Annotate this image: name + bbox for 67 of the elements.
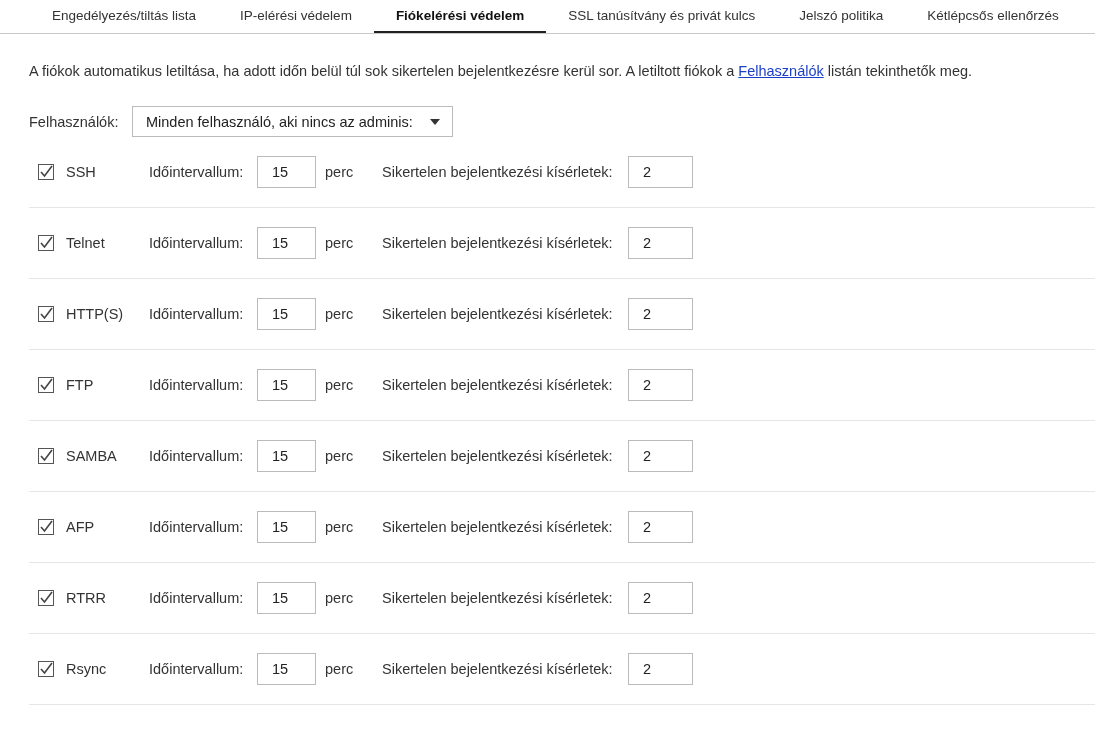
checkbox[interactable]: [38, 377, 54, 393]
unit-label: perc: [325, 164, 355, 180]
protocol-label: SAMBA: [66, 448, 118, 464]
attempts-field[interactable]: 2: [628, 511, 693, 543]
interval-field[interactable]: 15: [257, 298, 316, 330]
attempts-label: Sikertelen bejelentkezési kísérletek:: [382, 448, 614, 464]
interval-field[interactable]: 15: [257, 369, 316, 401]
users-dropdown[interactable]: Minden felhasználó, aki nincs az adminis:: [132, 106, 453, 137]
protocol-label: FTP: [66, 377, 95, 393]
attempts-field[interactable]: 2: [628, 653, 693, 685]
checkbox[interactable]: [38, 306, 54, 322]
attempts-label: Sikertelen bejelentkezési kísérletek:: [382, 661, 614, 677]
checkbox[interactable]: [38, 164, 54, 180]
caret-icon: [430, 118, 440, 125]
protocol-label: RTRR: [66, 590, 107, 606]
tab[interactable]: Jelszó politika: [777, 0, 906, 33]
tab[interactable]: Engedélyezés/tiltás lista: [30, 0, 219, 33]
unit-label: perc: [325, 235, 355, 251]
checkbox[interactable]: [38, 235, 54, 251]
users-link[interactable]: Felhasználók: [738, 63, 824, 79]
checkbox[interactable]: [38, 448, 54, 464]
interval-label: Időintervallum:: [149, 590, 245, 606]
attempts-field[interactable]: 2: [628, 298, 693, 330]
protocol-label: SSH: [66, 164, 97, 180]
users-label: Felhasználók:: [29, 113, 120, 130]
interval-field[interactable]: 15: [257, 511, 316, 543]
protocol-label: Rsync: [66, 661, 108, 677]
interval-label: Időintervallum:: [149, 448, 245, 464]
attempts-field[interactable]: 2: [628, 582, 693, 614]
unit-label: perc: [325, 377, 355, 393]
interval-field[interactable]: 15: [257, 156, 316, 188]
attempts-label: Sikertelen bejelentkezési kísérletek:: [382, 519, 614, 535]
interval-label: Időintervallum:: [149, 306, 245, 322]
checkbox[interactable]: [38, 661, 54, 677]
attempts-label: Sikertelen bejelentkezési kísérletek:: [382, 306, 614, 322]
attempts-field[interactable]: 2: [628, 440, 693, 472]
protocol-label: HTTP(S): [66, 306, 125, 322]
tab[interactable]: SSL tanúsítvány és privát kulcs: [546, 0, 778, 33]
interval-label: Időintervallum:: [149, 519, 245, 535]
attempts-label: Sikertelen bejelentkezési kísérletek:: [382, 377, 614, 393]
tab[interactable]: Kétlépcsős ellenőrzés: [905, 0, 1081, 33]
interval-field[interactable]: 15: [257, 227, 316, 259]
description-text: A fiókok automatikus letiltása, ha adott időn belül túl sok sikertelen bejelentkezésre kerül sor. A letiltott fiókok a Felhasználók listán tekinthetők meg.: [29, 62, 974, 81]
attempts-label: Sikertelen bejelentkezési kísérletek:: [382, 590, 614, 606]
attempts-field[interactable]: 2: [628, 227, 693, 259]
interval-label: Időintervallum:: [149, 164, 245, 180]
unit-label: perc: [325, 448, 355, 464]
attempts-label: Sikertelen bejelentkezési kísérletek:: [382, 235, 614, 251]
tab[interactable]: IP-elérési védelem: [218, 0, 374, 33]
attempts-label: Sikertelen bejelentkezési kísérletek:: [382, 164, 614, 180]
interval-field[interactable]: 15: [257, 653, 316, 685]
attempts-field[interactable]: 2: [628, 369, 693, 401]
interval-label: Időintervallum:: [149, 235, 245, 251]
attempts-field[interactable]: 2: [628, 156, 693, 188]
unit-label: perc: [325, 590, 355, 606]
unit-label: perc: [325, 661, 355, 677]
unit-label: perc: [325, 306, 355, 322]
protocol-label: Telnet: [66, 235, 106, 251]
unit-label: perc: [325, 519, 355, 535]
interval-label: Időintervallum:: [149, 377, 245, 393]
interval-field[interactable]: 15: [257, 582, 316, 614]
protocol-label: AFP: [66, 519, 96, 535]
interval-label: Időintervallum:: [149, 661, 245, 677]
interval-field[interactable]: 15: [257, 440, 316, 472]
checkbox[interactable]: [38, 590, 54, 606]
tab[interactable]: Fiókelérési védelem: [373, 0, 547, 33]
checkbox[interactable]: [38, 519, 54, 535]
